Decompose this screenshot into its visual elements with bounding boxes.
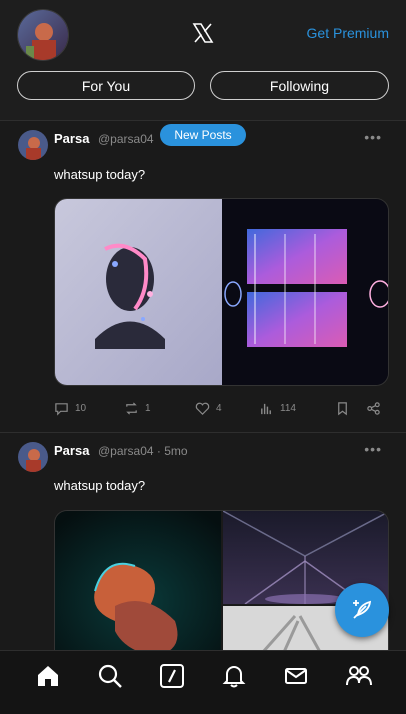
post-text: whatsup today? xyxy=(54,478,146,493)
post-author-handle[interactable]: @parsa04 xyxy=(98,132,154,146)
grok-icon[interactable] xyxy=(159,663,185,689)
bookmark-button[interactable] xyxy=(335,401,350,416)
notifications-icon[interactable] xyxy=(221,663,247,689)
repost-button[interactable]: 1 xyxy=(124,401,151,416)
home-icon[interactable] xyxy=(35,663,61,689)
reply-icon xyxy=(55,403,68,416)
views-icon xyxy=(261,403,271,415)
messages-icon[interactable] xyxy=(283,663,309,689)
like-button[interactable]: 4 xyxy=(195,401,222,416)
heart-icon xyxy=(195,402,210,415)
compose-feather-icon xyxy=(353,600,372,619)
bookmark-icon xyxy=(338,402,347,416)
x-logo-icon[interactable] xyxy=(192,22,214,44)
media-images[interactable] xyxy=(55,199,389,386)
share-button[interactable] xyxy=(366,401,381,416)
post-media[interactable] xyxy=(54,510,389,660)
top-header: Get Premium For You Following xyxy=(0,0,406,121)
post-author-name[interactable]: Parsa xyxy=(54,443,89,458)
post-media[interactable] xyxy=(54,198,389,386)
compose-post-button[interactable] xyxy=(335,583,389,637)
search-icon[interactable] xyxy=(97,663,123,689)
post-time: · 5mo xyxy=(156,444,188,458)
post-author-name[interactable]: Parsa xyxy=(54,131,89,146)
tab-following[interactable]: Following xyxy=(210,71,389,100)
repost-icon xyxy=(126,402,137,415)
communities-icon[interactable] xyxy=(345,663,372,689)
bottom-navigation xyxy=(0,650,406,714)
repost-count: 1 xyxy=(145,403,151,414)
get-premium-link[interactable]: Get Premium xyxy=(307,25,389,41)
views-button[interactable]: 114 xyxy=(259,401,296,416)
post-author-handle[interactable]: @parsa04 · 5mo xyxy=(98,444,188,458)
post-handle-text: @parsa04 xyxy=(98,444,154,458)
more-options-icon[interactable]: ••• xyxy=(364,441,382,457)
more-options-icon[interactable]: ••• xyxy=(364,129,382,145)
media-images[interactable] xyxy=(55,511,389,660)
share-icon xyxy=(367,402,380,415)
view-count: 114 xyxy=(280,403,296,414)
post-actions: 10 1 4 114 xyxy=(54,401,389,421)
new-posts-button[interactable]: New Posts xyxy=(160,124,246,146)
post-card[interactable]: Parsa @parsa04 New Posts ••• whatsup tod… xyxy=(0,121,406,433)
post-avatar[interactable] xyxy=(18,130,48,160)
tab-for-you[interactable]: For You xyxy=(17,71,195,100)
profile-avatar[interactable] xyxy=(17,9,69,61)
like-count: 4 xyxy=(216,403,222,414)
post-avatar[interactable] xyxy=(18,442,48,472)
reply-button[interactable]: 10 xyxy=(54,401,86,416)
post-text: whatsup today? xyxy=(54,167,146,182)
reply-count: 10 xyxy=(75,403,87,414)
